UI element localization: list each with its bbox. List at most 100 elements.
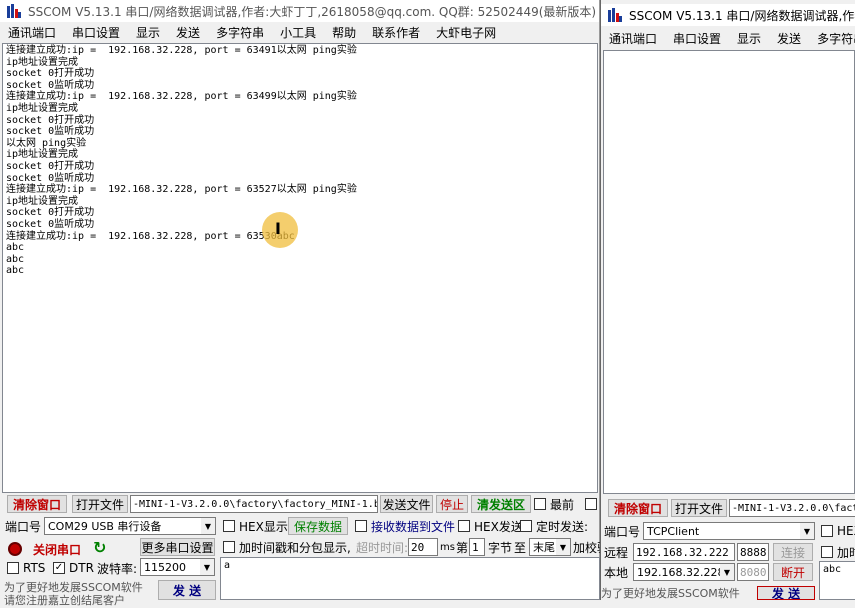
- receive-line: ip地址设置完成: [6, 149, 79, 161]
- menu-item-multi-string[interactable]: 多字符串: [208, 24, 272, 41]
- hex-display-checkbox[interactable]: HEX显示: [223, 517, 288, 535]
- receive-line: 连接建立成功:ip = 192.168.32.228, port = 63499…: [6, 91, 357, 103]
- timed-send-checkbox[interactable]: 定时发送:: [520, 517, 588, 535]
- receive-line: socket 0监听成功: [6, 172, 95, 184]
- menu-item-contact[interactable]: 联系作者: [364, 24, 428, 41]
- port-value-2: TCPClient: [647, 524, 700, 538]
- receive-line: abc: [6, 242, 25, 254]
- receive-line: 以太网 ping实验: [6, 137, 87, 149]
- menu-item-serial-settings[interactable]: 串口设置: [665, 30, 729, 47]
- text-cursor-icon: I: [275, 219, 281, 238]
- menu-item-send[interactable]: 发送: [769, 30, 809, 47]
- menu-item-website[interactable]: 大虾电子网: [428, 24, 504, 41]
- hex-checkbox-2[interactable]: HEX: [821, 522, 855, 540]
- refresh-icon[interactable]: ↻: [93, 540, 109, 556]
- menu-item-display[interactable]: 显示: [128, 24, 168, 41]
- menu-item-help[interactable]: 帮助: [324, 24, 364, 41]
- chevron-down-icon: ▼: [800, 523, 814, 539]
- sscom-window-main: SSCOM V5.13.1 串口/网络数据调试器,作者:大虾丁丁,2618058…: [0, 0, 609, 607]
- send-button-2[interactable]: 发 送: [757, 586, 815, 600]
- remote-ip-input[interactable]: 192.168.32.222: [633, 543, 735, 561]
- topmost-checkbox[interactable]: 最前: [534, 495, 574, 513]
- receive-line: socket 0打开成功: [6, 114, 95, 126]
- hex-display-check-icon: [223, 520, 235, 532]
- receive-area-2[interactable]: [603, 50, 855, 494]
- mouse-cursor-highlight: I: [262, 212, 298, 248]
- send-file-button[interactable]: 发送文件: [380, 495, 433, 513]
- hex-check-icon: [821, 525, 833, 537]
- topmost-label: 最前: [550, 497, 575, 512]
- menu-item-port[interactable]: 通讯端口: [601, 30, 665, 47]
- hex-send-check-icon: [458, 520, 470, 532]
- port-select-2[interactable]: TCPClient ▼: [643, 522, 815, 540]
- hex-send-label: HEX发送: [474, 519, 523, 534]
- port-select[interactable]: COM29 USB 串行设备 ▼: [44, 517, 216, 535]
- local-label: 本地: [604, 565, 629, 580]
- window-title: SSCOM V5.13.1 串口/网络数据调试器,作者:大虾丁丁,2618058…: [28, 4, 597, 19]
- close-port-button[interactable]: 关闭串口: [26, 539, 88, 559]
- menu-item-display[interactable]: 显示: [729, 30, 769, 47]
- add-label-2: 加时: [837, 545, 855, 560]
- menu-item-port[interactable]: 通讯端口: [0, 24, 64, 41]
- promo-text-2: 请您注册嘉立创结尾客户: [4, 594, 125, 607]
- add-timestamp-checkbox-2[interactable]: 加时: [821, 543, 855, 561]
- disconnect-button[interactable]: 断开: [773, 563, 813, 581]
- open-file-button[interactable]: 打开文件: [72, 495, 128, 513]
- clear-send-area-button[interactable]: 清发送区: [471, 495, 531, 513]
- save-data-button[interactable]: 保存数据: [288, 517, 348, 535]
- receive-line: abc: [6, 253, 25, 265]
- more-serial-settings-button[interactable]: 更多串口设置: [140, 538, 215, 556]
- clear-window-button[interactable]: 清除窗口: [7, 495, 67, 513]
- promo-text-win2: 为了更好地发展SSCOM软件: [601, 587, 740, 600]
- menu-item-multi-string[interactable]: 多字符串: [809, 30, 855, 47]
- title-bar-2: SSCOM V5.13.1 串口/网络数据调试器,作者:大: [601, 4, 855, 26]
- dtr-checkbox[interactable]: ✓ DTR: [53, 559, 94, 577]
- menu-item-send[interactable]: 发送: [168, 24, 208, 41]
- port-label-2: 端口号: [604, 524, 641, 539]
- menu-item-serial-settings[interactable]: 串口设置: [64, 24, 128, 41]
- send-text-area-2[interactable]: abc: [819, 561, 855, 600]
- receive-line: socket 0监听成功: [6, 79, 95, 91]
- dtr-label: DTR: [69, 561, 94, 575]
- file-path-field-2[interactable]: -MINI-1-V3.2.0.0\factory: [729, 499, 855, 517]
- receive-line: socket 0监听成功: [6, 218, 95, 230]
- receive-line: socket 0打开成功: [6, 160, 95, 172]
- open-file-button-2[interactable]: 打开文件: [671, 499, 727, 517]
- timestamp-checkbox[interactable]: 加时间戳和分包显示,: [223, 538, 351, 556]
- extra-check-icon: [585, 498, 597, 510]
- recv-to-file-check-icon: [355, 520, 367, 532]
- menu-item-tools[interactable]: 小工具: [272, 24, 324, 41]
- local-port-input[interactable]: 8080: [737, 563, 769, 581]
- baud-select[interactable]: 115200 ▼: [140, 558, 215, 576]
- to-label: 至: [514, 540, 527, 555]
- timeout-input[interactable]: 20: [408, 538, 438, 556]
- add-check-icon: [821, 546, 833, 558]
- byte-start-input[interactable]: 1: [469, 538, 485, 556]
- local-ip-select[interactable]: 192.168.32.228 ▼: [633, 563, 735, 581]
- dtr-check-icon: ✓: [53, 562, 65, 574]
- recv-to-file-label: 接收数据到文件: [371, 519, 456, 534]
- extra-checkbox[interactable]: [585, 495, 601, 513]
- clear-window-button-2[interactable]: 清除窗口: [608, 499, 668, 517]
- receive-lines: 连接建立成功:ip = 192.168.32.228, port = 63491…: [6, 45, 594, 277]
- baud-value: 115200: [144, 560, 186, 574]
- stop-button[interactable]: 停止: [436, 495, 468, 513]
- local-ip-value: 192.168.32.228: [637, 565, 725, 579]
- recv-to-file-checkbox[interactable]: 接收数据到文件: [355, 517, 455, 535]
- remote-label: 远程: [604, 545, 629, 560]
- byte-end-select[interactable]: 末尾 ▼: [529, 538, 571, 556]
- send-text-area[interactable]: a: [220, 557, 600, 600]
- hex-display-label: HEX显示: [239, 519, 288, 534]
- title-bar: SSCOM V5.13.1 串口/网络数据调试器,作者:大虾丁丁,2618058…: [0, 0, 599, 22]
- rts-checkbox[interactable]: RTS: [7, 559, 45, 577]
- remote-port-input[interactable]: 8888: [737, 543, 769, 561]
- receive-area[interactable]: 连接建立成功:ip = 192.168.32.228, port = 63491…: [2, 43, 598, 493]
- receive-line: socket 0监听成功: [6, 126, 95, 138]
- chevron-down-icon: ▼: [720, 564, 734, 580]
- timed-send-label: 定时发送:: [536, 519, 589, 534]
- receive-line: 连接建立成功:ip = 192.168.32.228, port = 63527…: [6, 184, 357, 196]
- connect-button[interactable]: 连接: [773, 543, 813, 561]
- send-button[interactable]: 发 送: [158, 580, 216, 600]
- hex-send-checkbox[interactable]: HEX发送: [458, 517, 523, 535]
- file-path-field[interactable]: -MINI-1-V3.2.0.0\factory\factory_MINI-1.…: [130, 495, 378, 513]
